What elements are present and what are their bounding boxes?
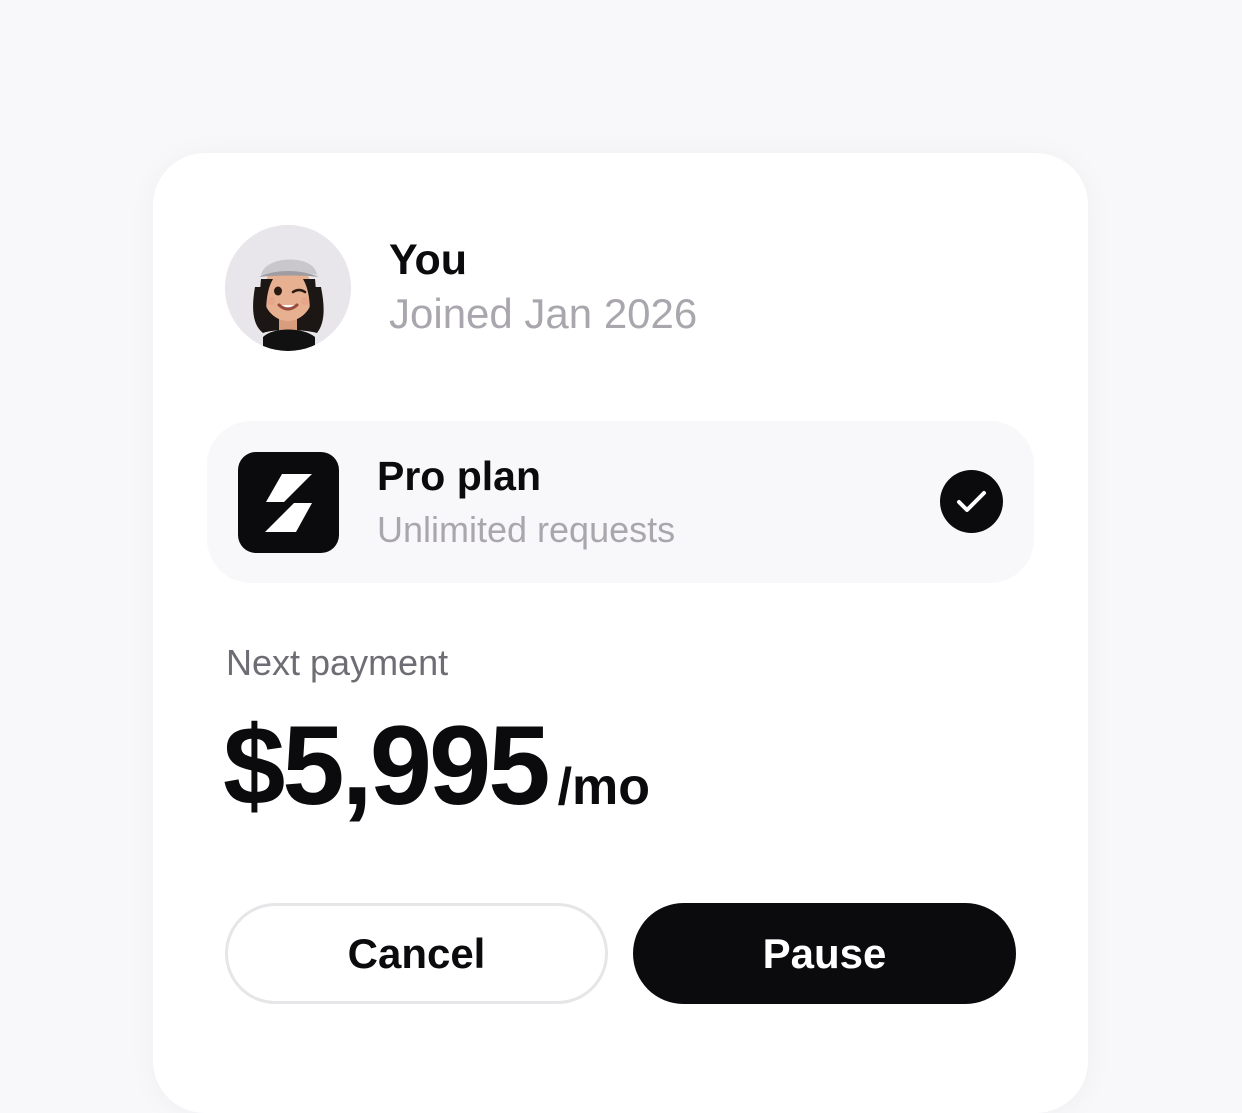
plan-title: Pro plan — [377, 453, 542, 499]
avatar — [225, 225, 351, 351]
price-amount: $5,995 — [223, 703, 551, 828]
cancel-button[interactable]: Cancel — [225, 903, 608, 1004]
profile-text: You Joined Jan 2026 — [389, 234, 697, 342]
plan-option-pro[interactable]: Pro plan Unlimited requests — [207, 421, 1034, 583]
plan-icon-badge — [238, 452, 339, 553]
profile-name: You — [389, 236, 468, 284]
price-period: /mo — [557, 758, 651, 816]
lightning-bolt-icon — [265, 474, 312, 532]
plan-subtitle: Unlimited requests — [377, 509, 676, 550]
plan-selected-indicator — [940, 470, 1003, 533]
profile-section: You Joined Jan 2026 — [225, 225, 697, 351]
plan-text: Pro plan Unlimited requests — [377, 449, 675, 557]
next-payment-label: Next payment — [226, 642, 449, 683]
checkmark-icon — [957, 491, 986, 512]
pause-button[interactable]: Pause — [633, 903, 1016, 1004]
price: $5,995 /mo — [223, 701, 650, 831]
memoji-avatar-icon — [225, 225, 351, 351]
profile-joined-date: Joined Jan 2026 — [389, 290, 698, 337]
subscription-card: You Joined Jan 2026 Pro plan Unlimited r… — [153, 153, 1088, 1113]
